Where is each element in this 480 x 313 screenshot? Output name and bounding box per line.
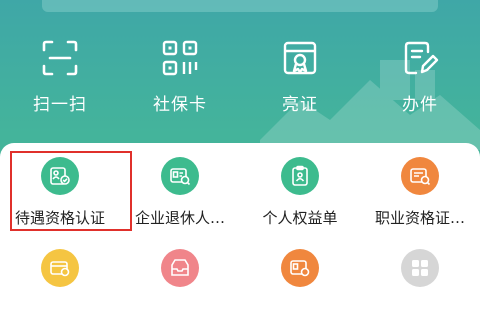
quick-action-show-certificate[interactable]: 亮证 xyxy=(245,38,355,118)
document-edit-icon xyxy=(404,41,439,75)
quick-action-social-card[interactable]: 社保卡 xyxy=(125,38,235,118)
service-card-check[interactable] xyxy=(1,249,119,287)
inbox-person-icon xyxy=(171,259,189,276)
service-professional-qualification[interactable]: 职业资格证… xyxy=(361,157,479,228)
quick-action-applications[interactable]: 办件 xyxy=(365,38,475,118)
certificate-search-icon xyxy=(410,168,431,186)
service-more[interactable] xyxy=(361,249,479,287)
clipboard-person-icon xyxy=(292,165,308,186)
quick-action-label: 扫一扫 xyxy=(33,95,87,115)
service-icon-circle xyxy=(161,157,199,195)
service-icon-circle xyxy=(281,249,319,287)
service-label: 个人权益单 xyxy=(262,209,338,227)
quick-action-label: 亮证 xyxy=(282,95,318,115)
scan-icon xyxy=(42,40,78,76)
service-personal-rights-statement[interactable]: 个人权益单 xyxy=(241,157,359,228)
service-label: 企业退休人… xyxy=(134,209,225,227)
services-row xyxy=(0,249,480,287)
card-check-icon xyxy=(50,261,70,277)
quick-action-label: 社保卡 xyxy=(153,95,207,115)
quick-actions: 扫一扫 社保卡 亮证 办件 xyxy=(0,38,480,118)
certificate-icon xyxy=(283,41,317,75)
service-icon-circle xyxy=(281,157,319,195)
service-icon-circle xyxy=(161,249,199,287)
service-enterprise-retiree[interactable]: 企业退休人… xyxy=(121,157,239,228)
id-card-search-icon xyxy=(290,260,310,277)
id-card-search-icon xyxy=(170,168,191,186)
service-icon-circle xyxy=(401,249,439,287)
service-icon-circle xyxy=(401,157,439,195)
service-id-search[interactable] xyxy=(241,249,359,287)
quick-action-scan[interactable]: 扫一扫 xyxy=(5,38,115,118)
selection-highlight-box xyxy=(10,151,132,231)
service-label: 职业资格证… xyxy=(374,209,465,227)
search-bar[interactable] xyxy=(42,0,438,12)
more-grid-icon xyxy=(412,260,428,276)
service-inbox[interactable] xyxy=(121,249,239,287)
service-icon-circle xyxy=(41,249,79,287)
qr-code-icon xyxy=(162,40,198,76)
quick-action-label: 办件 xyxy=(402,95,438,115)
